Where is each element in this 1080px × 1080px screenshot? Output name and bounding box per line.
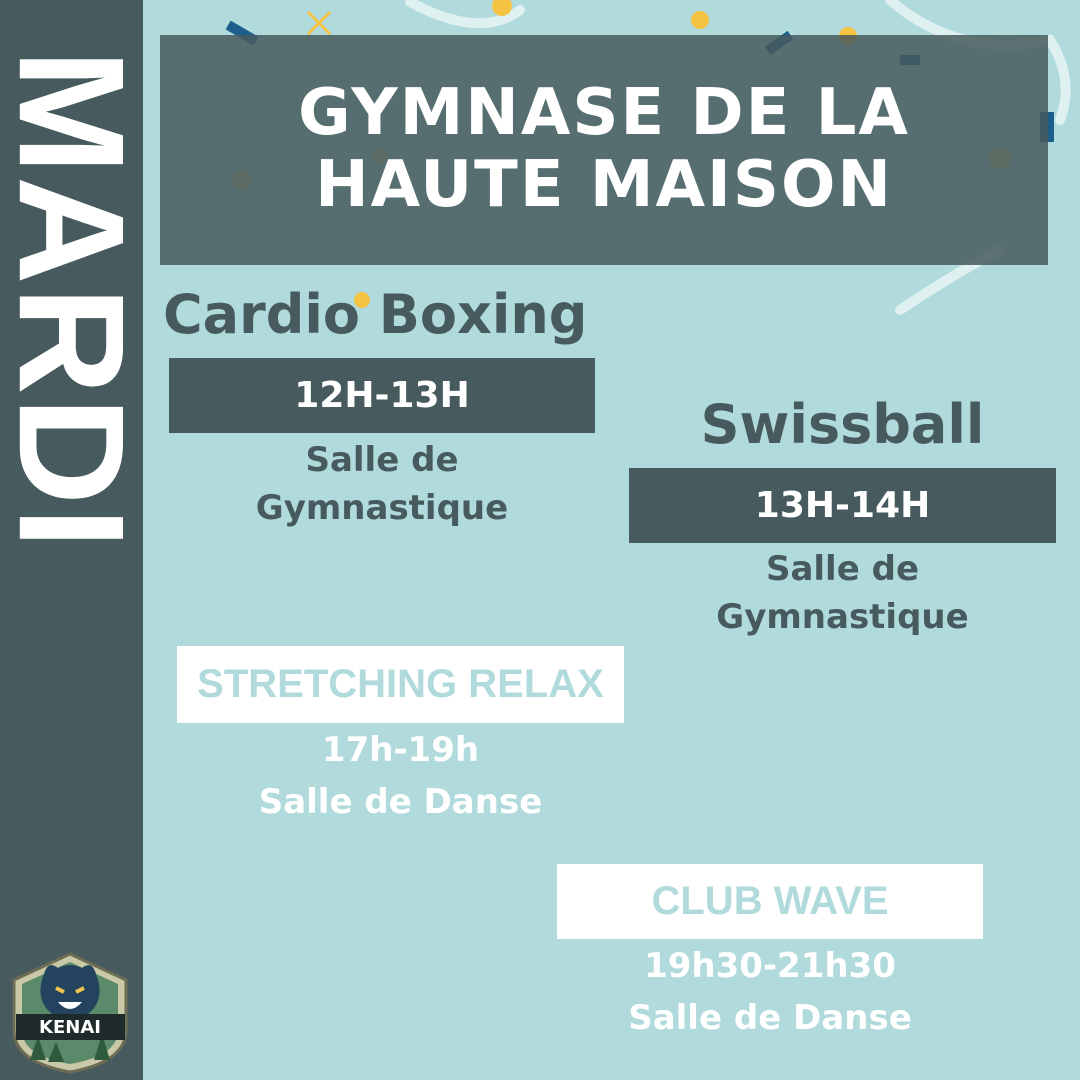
class-time-swissball: 13H-14H	[629, 468, 1056, 543]
class-room-club-wave: Salle de Danse	[628, 998, 912, 1038]
room-line-1: Salle de	[765, 549, 920, 589]
class-time-cardio-boxing: 12H-13H	[169, 358, 595, 433]
title-line-1: GYMNASE DE LA	[298, 76, 910, 151]
page-title: GYMNASE DE LA HAUTE MAISON	[298, 78, 910, 221]
kenai-logo: KENAI	[12, 952, 128, 1074]
class-details-club-wave: 19h30-21h30 Salle de Danse	[557, 940, 983, 1044]
class-time-stretching-relax: 17h-19h	[321, 730, 480, 770]
class-name-stretching-relax: STRETCHING RELAX	[177, 646, 624, 723]
class-details-stretching-relax: 17h-19h Salle de Danse	[177, 724, 624, 828]
class-name-cardio-boxing: Cardio Boxing	[163, 283, 588, 346]
title-line-2: HAUTE MAISON	[315, 148, 893, 222]
class-name-club-wave: CLUB WAVE	[557, 864, 983, 939]
class-name-swissball: Swissball	[700, 393, 985, 456]
room-line-1: Salle de	[305, 440, 459, 480]
room-line-2: Gymnastique	[716, 597, 969, 637]
confetti-dot	[691, 11, 709, 29]
class-room-swissball: Salle de Gymnastique	[629, 545, 1056, 641]
class-room-cardio-boxing: Salle de Gymnastique	[169, 436, 595, 532]
room-line-2: Gymnastique	[255, 488, 509, 528]
class-time-club-wave: 19h30-21h30	[644, 946, 896, 986]
logo-text: KENAI	[39, 1017, 101, 1038]
title-banner: GYMNASE DE LA HAUTE MAISON	[160, 35, 1048, 265]
class-room-stretching-relax: Salle de Danse	[258, 782, 543, 822]
